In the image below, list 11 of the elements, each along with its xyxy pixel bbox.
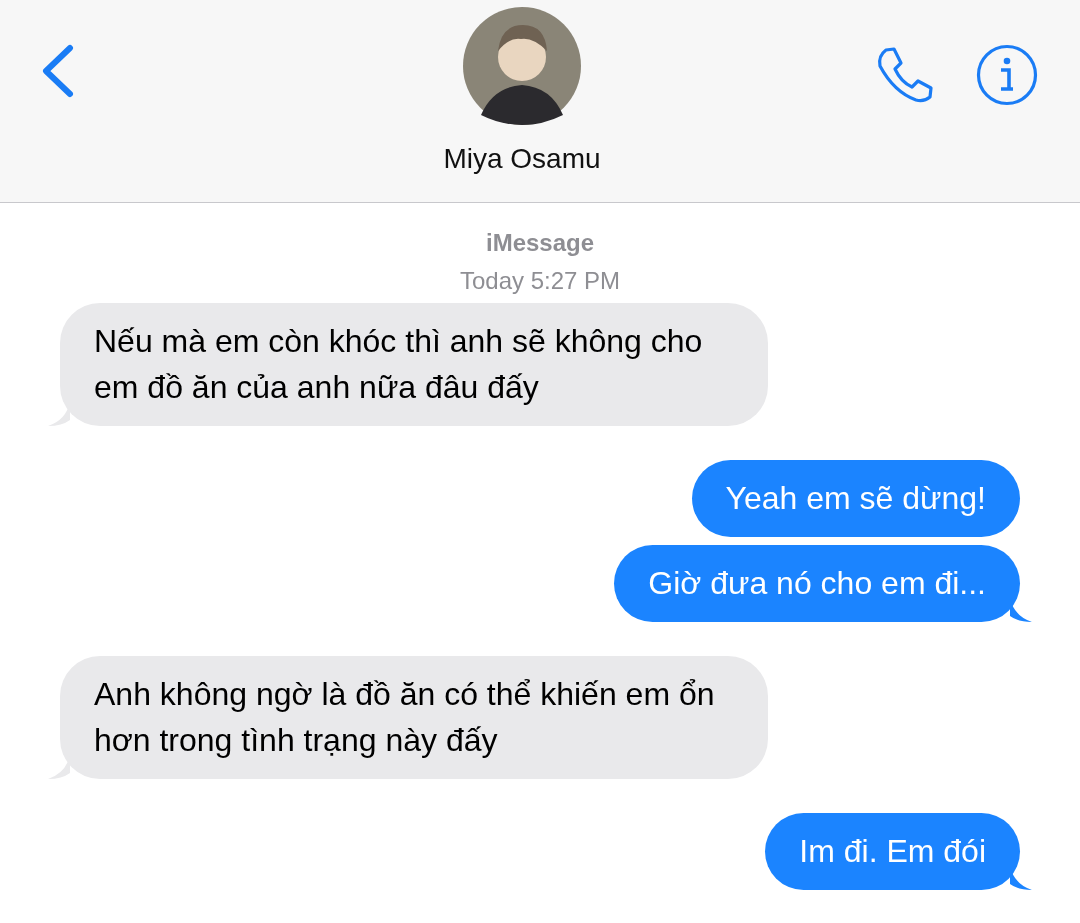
- back-icon[interactable]: [40, 44, 74, 98]
- message-bubble: Im đi. Em đói: [765, 813, 1020, 890]
- message-bubble: Yeah em sẽ dừng!: [691, 460, 1020, 537]
- message-bubble: Giờ đưa nó cho em đi...: [614, 545, 1020, 622]
- contact-name: Miya Osamu: [443, 143, 601, 175]
- timestamp: Today 5:27 PM: [458, 267, 622, 295]
- service-label: iMessage: [484, 229, 596, 257]
- message-bubble: Nếu mà em còn khóc thì anh sẽ không cho em đồ ăn của anh nữa đâu đấy: [60, 303, 768, 426]
- message-bubble: Anh không ngờ là đồ ăn có thể khiến em ổn hơn trong tình trạng này đấy: [60, 656, 768, 779]
- avatar[interactable]: [463, 7, 581, 125]
- info-icon[interactable]: [976, 44, 1038, 106]
